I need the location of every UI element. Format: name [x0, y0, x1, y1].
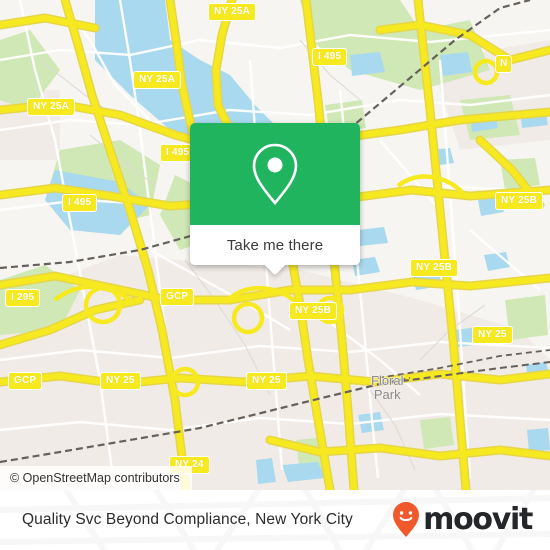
map-canvas[interactable]: NY 25A NY 25A NY 25A I 495 N I 495 I 495 NY 25B…: [0, 0, 550, 490]
attribution-text: © OpenStreetMap contributors: [10, 471, 180, 485]
road-shield: NY 25: [246, 372, 287, 390]
road-shield: I 495: [312, 48, 348, 66]
road-shield: NY 25B: [410, 259, 459, 277]
osm-attribution[interactable]: © OpenStreetMap contributors: [0, 466, 192, 490]
location-popup-card[interactable]: Take me there: [190, 123, 360, 276]
map-pin-icon: [252, 143, 298, 206]
take-me-there-button[interactable]: Take me there: [227, 237, 323, 254]
road-shield: I 495: [62, 194, 98, 212]
road-shield: I 295: [5, 289, 41, 307]
footer-bar: Quality Svc Beyond Compliance, New York …: [0, 490, 550, 550]
popup-header: [190, 123, 360, 225]
road-shield: NY 25B: [289, 302, 338, 320]
road-shield: NY 25B: [495, 192, 544, 210]
road-shield: NY 25A: [208, 3, 257, 21]
popup-pointer-mask: [190, 255, 360, 265]
road-shield: NY 25: [472, 326, 513, 344]
road-shield: NY 25A: [27, 98, 76, 116]
page-title: Quality Svc Beyond Compliance, New York …: [22, 511, 353, 528]
road-shield: N: [495, 55, 513, 73]
road-shield: NY 25: [100, 372, 141, 390]
moovit-wordmark: moovit: [423, 502, 533, 537]
place-label: Floral Park: [371, 373, 404, 402]
road-shield: NY 25A: [133, 71, 182, 89]
map-screenshot: NY 25A NY 25A NY 25A I 495 N I 495 I 495 NY 25B…: [0, 0, 550, 550]
popup-footer[interactable]: Take me there: [190, 225, 360, 276]
moovit-logo[interactable]: moovit: [391, 501, 533, 539]
road-shield: GCP: [160, 288, 195, 306]
moovit-smiley-pin-icon: [393, 502, 420, 537]
road-shield: GCP: [8, 372, 43, 390]
